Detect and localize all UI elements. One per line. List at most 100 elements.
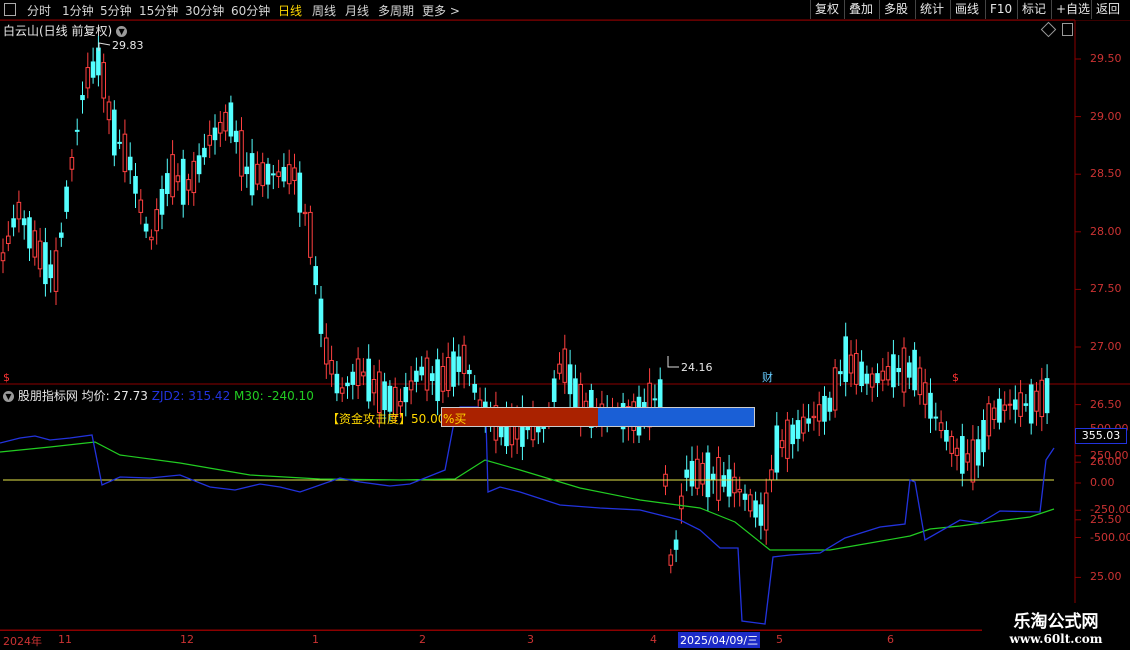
date-label: 2024年 — [3, 635, 42, 648]
candle-body — [11, 218, 16, 228]
indicator-legend: ▼ 股朋指标网 均价: 27.73 ZJD2: 315.42 M30: -240… — [3, 387, 314, 404]
candle-body — [960, 436, 965, 474]
candle-body — [361, 371, 366, 377]
candle-body — [880, 370, 886, 381]
candle-body — [424, 357, 430, 391]
candle-body — [700, 462, 705, 485]
candle-body — [297, 172, 303, 213]
candle-body — [991, 407, 997, 420]
candle-body — [461, 344, 467, 374]
candle-body — [59, 232, 64, 238]
candle-body — [944, 429, 949, 442]
candle-body — [48, 264, 54, 279]
candle-body — [541, 426, 546, 429]
candle-body — [456, 356, 462, 372]
candle-body — [398, 401, 403, 407]
candle-body — [350, 371, 356, 385]
candle-body — [997, 398, 1002, 423]
candle-body — [16, 201, 22, 220]
candle-body — [117, 141, 122, 144]
date-label: 11 — [58, 633, 72, 646]
candle-body — [1018, 392, 1023, 417]
candle-body — [223, 111, 228, 132]
candle-body — [975, 439, 981, 466]
candle-body — [122, 133, 128, 173]
date-label: 6 — [887, 633, 894, 646]
price-tick-label: 29.00 — [1090, 109, 1122, 123]
chevron-down-icon[interactable]: ▼ — [3, 391, 14, 402]
candle-body — [143, 223, 149, 232]
candle-body — [1013, 399, 1018, 410]
event-marker: $ — [3, 371, 10, 384]
date-label: 12 — [180, 633, 194, 646]
indicator-tick-label: -500.00 — [1090, 530, 1130, 544]
watermark-url: www.60lt.com — [1009, 632, 1103, 646]
candle-body — [6, 235, 11, 245]
candle-body — [795, 420, 801, 439]
candle-body — [938, 422, 944, 432]
candle-body — [43, 242, 48, 285]
watermark-title: 乐淘公式网 — [1013, 612, 1099, 632]
candle-body — [742, 493, 748, 500]
candle-body — [806, 418, 811, 424]
candle-body — [196, 155, 202, 175]
date-label: 3 — [527, 633, 534, 646]
candle-body — [1034, 390, 1039, 412]
kline-chart[interactable]: 29.83 24.16 $ 财 $ — [0, 0, 1130, 650]
candle-body — [345, 382, 350, 387]
candle-body — [106, 101, 112, 121]
candle-body — [0, 252, 6, 262]
candle-body — [276, 171, 281, 177]
candle-body — [265, 163, 271, 185]
strength-bar: %买 — [441, 407, 755, 427]
candle-body — [101, 62, 107, 99]
zjd2-label: ZJD2: 315.42 — [151, 389, 231, 403]
m30-label: M30: -240.10 — [234, 389, 314, 403]
candle-body — [573, 378, 578, 408]
candle-body — [705, 452, 711, 498]
candle-body — [949, 436, 955, 454]
candle-body — [445, 357, 451, 391]
candle-body — [27, 217, 32, 249]
candle-body — [673, 539, 679, 550]
candle-body — [339, 387, 345, 394]
current-value-tag: 355.03 — [1075, 428, 1127, 444]
candle-body — [260, 162, 265, 187]
candle-body — [451, 351, 456, 387]
candle-body — [112, 109, 117, 156]
candle-body — [726, 469, 732, 497]
candle-body — [774, 425, 780, 473]
candle-body — [721, 475, 727, 487]
candle-body — [758, 504, 764, 526]
candle-body — [917, 367, 923, 396]
candle-body — [652, 398, 658, 401]
candle-body — [901, 347, 907, 393]
candle-body — [133, 176, 138, 194]
candle-body — [801, 416, 806, 434]
candle-body — [202, 147, 207, 158]
low-price-pointer — [667, 356, 679, 368]
candle-body — [1039, 379, 1045, 418]
candle-body — [255, 163, 260, 185]
candle-body — [811, 415, 817, 419]
candle-body — [32, 230, 38, 258]
date-label: 4 — [650, 633, 657, 646]
candle-body — [562, 348, 568, 383]
candle-body — [864, 373, 870, 384]
candle-body — [180, 158, 186, 205]
candle-body — [191, 160, 197, 194]
candle-body — [933, 416, 939, 419]
date-label: 5 — [776, 633, 783, 646]
candle-body — [928, 392, 933, 419]
high-price-label: 29.83 — [112, 39, 144, 52]
selected-date-label: 2025/04/09/三 — [678, 632, 761, 648]
candle-body — [69, 156, 75, 170]
candle-body — [710, 473, 716, 480]
candle-body — [885, 366, 891, 381]
candle-body — [970, 439, 976, 483]
candle-body — [567, 364, 573, 395]
candle-body — [907, 362, 912, 378]
event-marker: $ — [952, 371, 959, 384]
candle-body — [302, 211, 308, 215]
candle-body — [763, 492, 769, 531]
